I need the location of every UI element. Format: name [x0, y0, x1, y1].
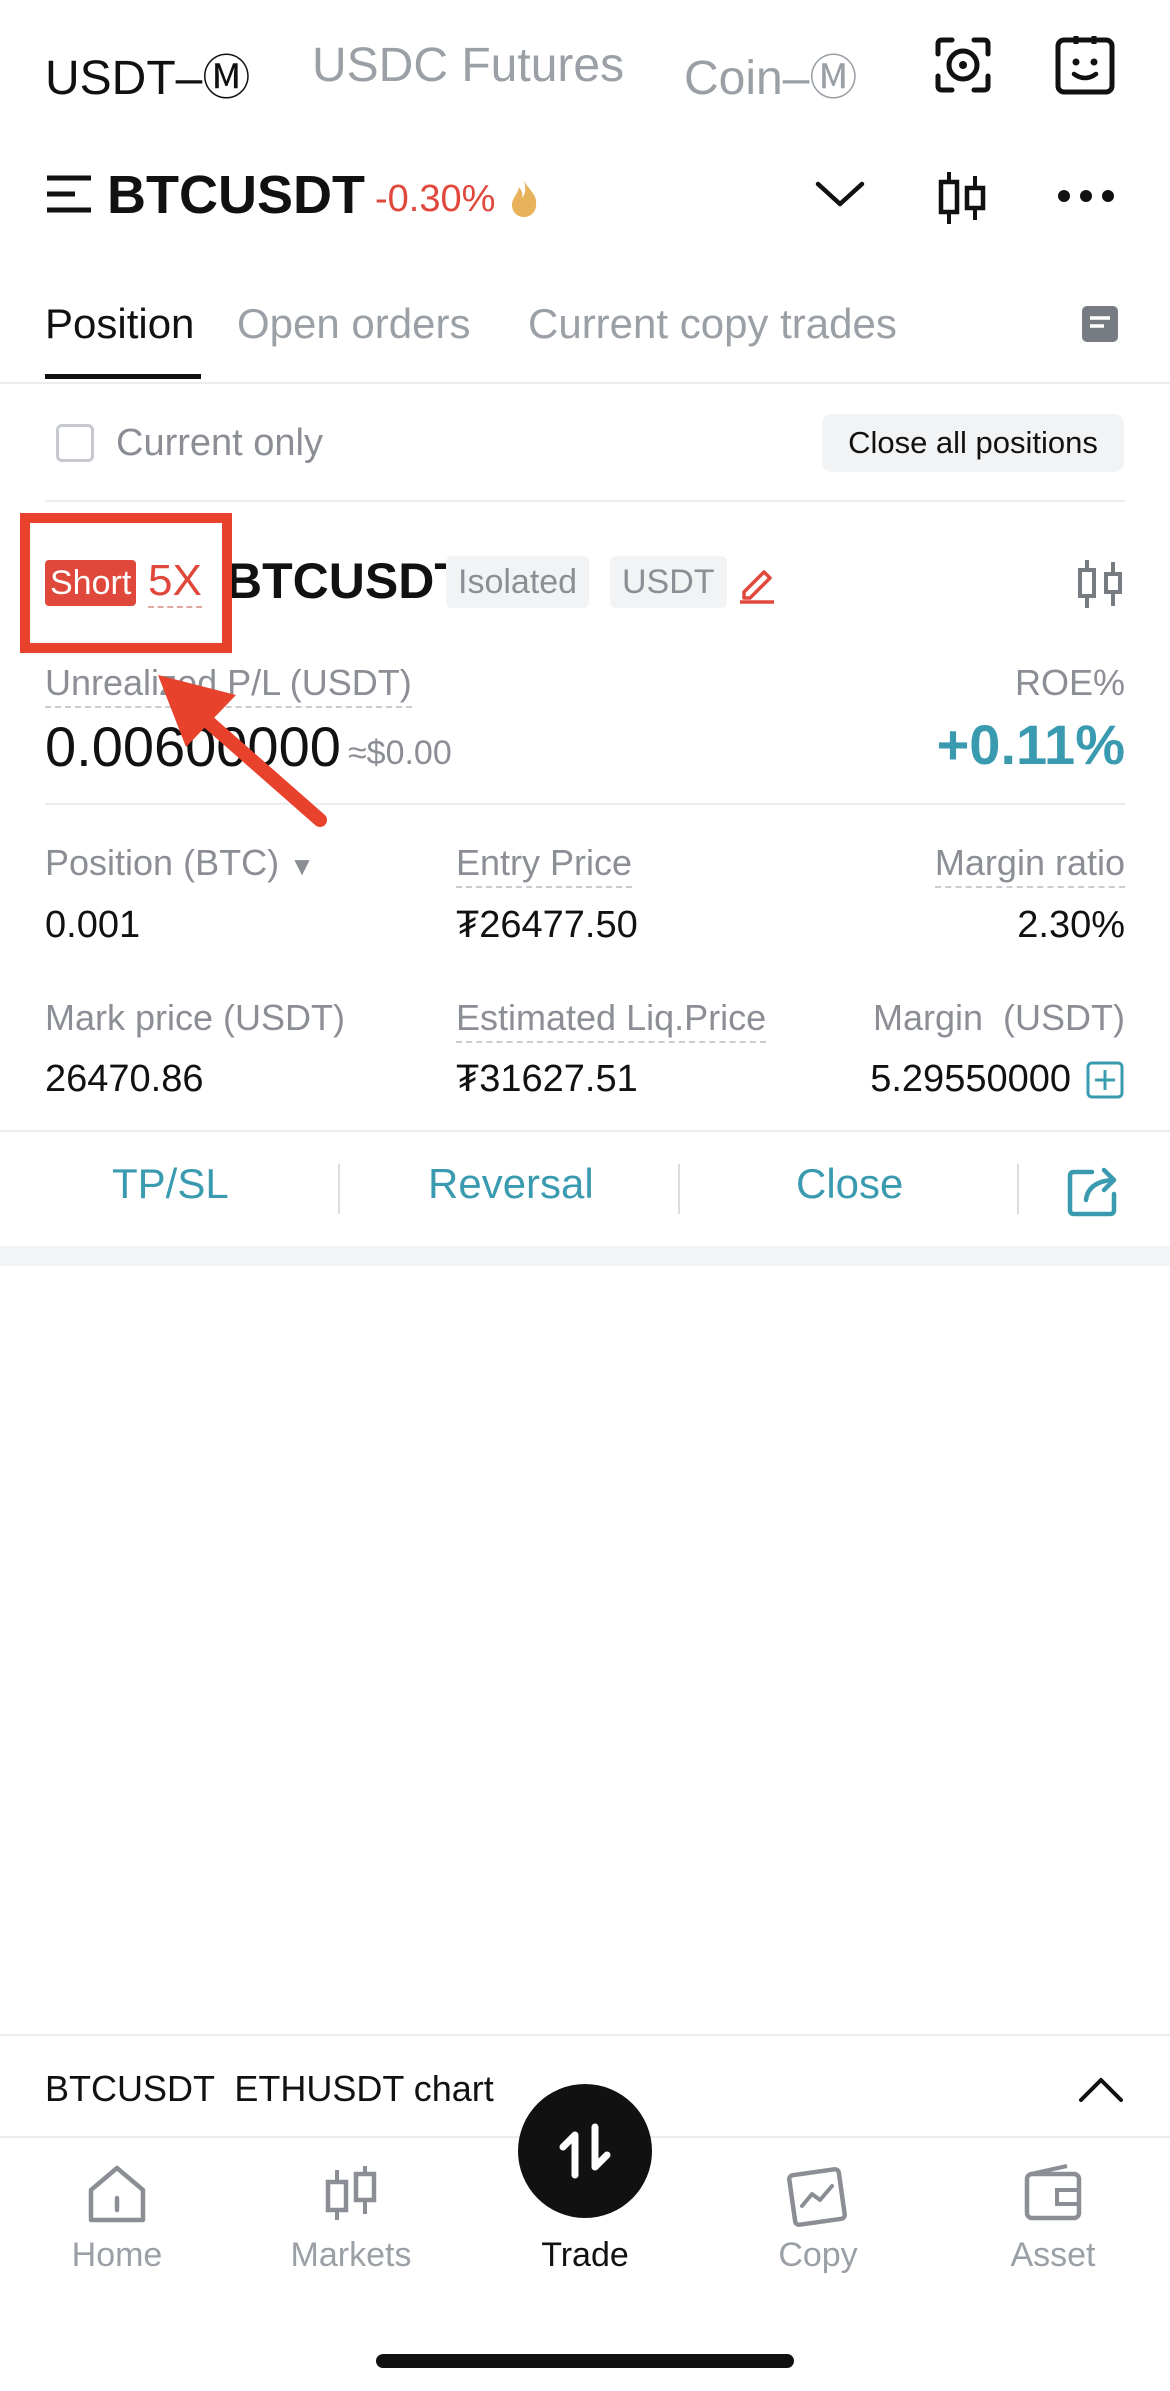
nav-trade-label: Trade: [541, 2236, 629, 2274]
entry-price-label[interactable]: Entry Price: [456, 842, 633, 888]
divider: [678, 1164, 680, 1214]
roe-label: ROE%: [1014, 662, 1125, 703]
tab-position[interactable]: Position: [45, 300, 194, 348]
nav-copy[interactable]: Copy: [728, 2160, 908, 2275]
divider: [0, 1130, 1170, 1132]
divider: [0, 2034, 1170, 2036]
divider: [1017, 1164, 1019, 1214]
nav-home[interactable]: Home: [27, 2160, 207, 2275]
highlight-box: [20, 513, 232, 653]
chart-bar-label[interactable]: BTCUSDT ETHUSDT chart: [45, 2068, 494, 2110]
margin-ratio-value: 2.30%: [1017, 904, 1125, 946]
tab-current-copy-trades[interactable]: Current copy trades: [528, 300, 897, 348]
margin-ratio-label[interactable]: Margin ratio: [934, 842, 1125, 888]
tab-usdc-futures[interactable]: USDC Futures: [312, 38, 624, 93]
home-icon: [88, 2165, 146, 2223]
liq-price-value: ₮31627.51: [456, 1058, 638, 1100]
order-history-icon[interactable]: [1080, 304, 1120, 344]
copy-icon: [787, 2167, 847, 2227]
margin-mode-tag: Isolated: [446, 556, 590, 608]
current-only-checkbox[interactable]: [56, 424, 94, 462]
price-change: -0.30%: [375, 178, 496, 220]
candlestick-icon[interactable]: [934, 168, 990, 228]
roe-value: +0.11%: [936, 713, 1125, 776]
nav-markets-label: Markets: [290, 2236, 412, 2274]
fire-icon: [512, 180, 537, 217]
nav-copy-label: Copy: [778, 2236, 858, 2274]
divider: [338, 1164, 340, 1214]
mark-price-value: 26470.86: [45, 1058, 204, 1100]
tab-usdt-m[interactable]: USDT–Ⓜ: [45, 38, 250, 108]
divider: [45, 500, 1125, 502]
support-icon[interactable]: [1050, 30, 1120, 100]
home-indicator: [376, 2354, 794, 2368]
markets-icon: [325, 2166, 377, 2220]
close-all-positions-button[interactable]: Close all positions: [822, 414, 1124, 472]
add-margin-icon[interactable]: [1086, 1061, 1124, 1099]
divider: [0, 382, 1170, 384]
close-position-button[interactable]: Close: [796, 1160, 903, 1208]
chevron-down-icon[interactable]: [812, 174, 868, 214]
position-size-value: 0.001: [45, 904, 141, 946]
mark-price-label: Mark price (USDT): [45, 997, 346, 1038]
tab-coin-m[interactable]: Coin–Ⓜ: [684, 38, 857, 108]
liq-price-label[interactable]: Estimated Liq.Price: [456, 997, 767, 1043]
nav-asset[interactable]: Asset: [963, 2160, 1143, 2275]
margin-value: 5.29550000: [870, 1058, 1071, 1100]
scan-icon[interactable]: [928, 30, 998, 100]
pair-title[interactable]: BTCUSDT: [107, 164, 365, 226]
edit-icon[interactable]: [736, 562, 778, 604]
position-symbol[interactable]: BTCUSDT: [226, 552, 465, 610]
nav-asset-label: Asset: [1010, 2236, 1096, 2274]
swap-arrows-icon: [559, 2123, 611, 2179]
nav-markets[interactable]: Markets: [261, 2160, 441, 2275]
tpsl-button[interactable]: TP/SL: [112, 1160, 229, 1208]
section-gap: [0, 1246, 1170, 1266]
menu-icon[interactable]: [45, 172, 93, 216]
unrealized-pl-usd: ≈$0.00: [348, 734, 452, 772]
entry-price-value: ₮26477.50: [456, 904, 638, 946]
trade-fab[interactable]: [518, 2084, 652, 2218]
margin-label: Margin (USDT): [872, 997, 1125, 1038]
current-only-label: Current only: [116, 422, 323, 464]
nav-home-label: Home: [71, 2236, 163, 2274]
chevron-up-icon[interactable]: [1076, 2072, 1126, 2106]
active-tab-indicator: [45, 374, 201, 379]
position-size-label[interactable]: Position (BTC) ▼: [45, 842, 315, 884]
settle-currency-tag: USDT: [610, 556, 727, 608]
caret-down-icon[interactable]: ▼: [289, 851, 315, 881]
share-chart-icon[interactable]: [1072, 556, 1128, 612]
tab-open-orders[interactable]: Open orders: [237, 300, 470, 348]
more-icon[interactable]: [1056, 186, 1116, 206]
reversal-button[interactable]: Reversal: [428, 1160, 594, 1208]
wallet-icon: [1024, 2164, 1082, 2221]
annotation-arrow: [158, 675, 327, 827]
nav-trade[interactable]: Trade: [495, 2084, 675, 2275]
share-icon[interactable]: [1066, 1164, 1122, 1218]
